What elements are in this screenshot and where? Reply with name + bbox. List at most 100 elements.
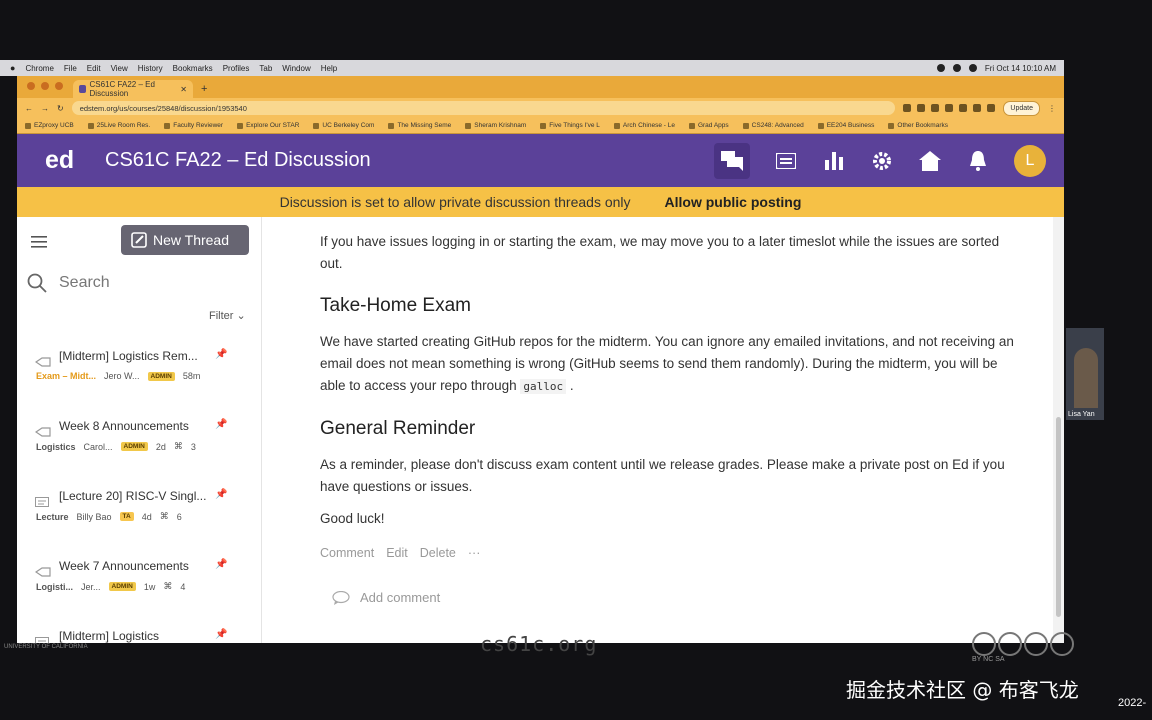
ed-favicon-icon: [79, 85, 86, 93]
bookmark-item[interactable]: Five Things I've L: [540, 122, 600, 129]
post-actions: Comment Edit Delete ···: [320, 546, 1020, 560]
bookmark-item[interactable]: Faculty Reviewer: [164, 122, 223, 129]
menu-help[interactable]: Help: [321, 64, 337, 73]
creative-commons-logo: BY NC SA: [972, 632, 1074, 663]
bookmark-item[interactable]: CS248: Advanced: [743, 122, 804, 129]
bookmark-item[interactable]: EE204 Business: [818, 122, 875, 129]
bookmark-item[interactable]: Grad Apps: [689, 122, 729, 129]
close-tab-icon[interactable]: ✕: [180, 85, 187, 94]
delete-button[interactable]: Delete: [420, 546, 456, 560]
post-scrollbar[interactable]: [1053, 217, 1064, 643]
reply-count: 6: [176, 511, 182, 522]
menu-edit[interactable]: Edit: [87, 64, 101, 73]
post-body: If you have issues logging in or startin…: [320, 231, 1020, 605]
hamburger-menu-icon[interactable]: [31, 235, 47, 253]
extension-icon[interactable]: [917, 104, 926, 112]
course-url-overlay: cs61c.org: [480, 632, 598, 656]
back-arrow-icon[interactable]: ←: [25, 104, 33, 113]
gear-icon[interactable]: [870, 149, 894, 173]
allow-public-posting-link[interactable]: Allow public posting: [665, 194, 802, 210]
address-bar[interactable]: edstem.org/us/courses/25848/discussion/1…: [71, 101, 896, 115]
extension-icon[interactable]: [959, 104, 968, 112]
pin-icon: 📌: [215, 419, 228, 430]
bookmark-item[interactable]: Arch Chinese - Le: [614, 122, 675, 129]
new-tab-icon[interactable]: +: [193, 83, 215, 98]
menu-bookmarks[interactable]: Bookmarks: [173, 64, 213, 73]
battery-icon[interactable]: [968, 64, 977, 72]
wifi-icon[interactable]: [952, 64, 961, 72]
apple-icon[interactable]: ●: [10, 63, 15, 73]
browser-tab-active[interactable]: CS61C FA22 – Ed Discussion ✕: [73, 80, 193, 98]
other-bookmarks[interactable]: Other Bookmarks: [888, 122, 948, 129]
tab-title: CS61C FA22 – Ed Discussion: [89, 80, 155, 98]
course-title: CS61C FA22 – Ed Discussion: [105, 149, 371, 171]
scrollbar-thumb[interactable]: [1056, 417, 1061, 617]
discussion-icon[interactable]: [714, 142, 750, 179]
thread-meta: Logistics Carol... ADMIN 2d ⌘ 3: [36, 441, 196, 452]
take-home-text: We have started creating GitHub repos fo…: [320, 334, 1014, 393]
menu-file[interactable]: File: [64, 64, 77, 73]
home-icon[interactable]: [918, 149, 942, 173]
add-comment-input[interactable]: Add comment: [332, 590, 1020, 605]
post-icon: [35, 494, 49, 512]
comment-button[interactable]: Comment: [320, 546, 374, 560]
edit-button[interactable]: Edit: [386, 546, 408, 560]
maximize-window-icon[interactable]: [55, 82, 63, 90]
thread-category: Lecture: [36, 511, 69, 522]
thread-sidebar: New Thread Search Filter ⌄ [Midterm] Log…: [17, 217, 262, 643]
pin-icon: 📌: [215, 349, 228, 360]
filter-dropdown[interactable]: Filter ⌄: [209, 309, 246, 322]
filter-label: Filter: [209, 310, 234, 322]
cc-license-label: BY NC SA: [972, 656, 1005, 663]
bookmark-item[interactable]: EZproxy UCB: [25, 122, 74, 129]
thread-time: 2d: [155, 441, 166, 452]
thread-list-item[interactable]: Week 8 Announcements 📌 Logistics Carol..…: [17, 415, 261, 485]
extension-icon[interactable]: [945, 104, 954, 112]
menu-window[interactable]: Window: [282, 64, 310, 73]
menu-chrome[interactable]: Chrome: [25, 64, 53, 73]
extension-icon[interactable]: [987, 104, 996, 112]
menu-history[interactable]: History: [138, 64, 163, 73]
ed-logo[interactable]: ed: [45, 146, 105, 175]
chrome-update-button[interactable]: Update: [1003, 100, 1040, 116]
bookmark-item[interactable]: Explore Our STAR: [237, 122, 299, 129]
search-placeholder: Search: [59, 274, 110, 291]
menu-view[interactable]: View: [111, 64, 128, 73]
menu-profiles[interactable]: Profiles: [223, 64, 250, 73]
thread-list-item[interactable]: [Midterm] Logistics Rem... 📌 Exam – Midt…: [17, 345, 261, 415]
banner-message: Discussion is set to allow private discu…: [279, 194, 631, 210]
user-avatar[interactable]: L: [1014, 144, 1046, 177]
bookmark-item[interactable]: UC Berkeley Com: [313, 122, 374, 129]
extension-icon[interactable]: [973, 104, 982, 112]
date-overlay: 2022-: [1118, 697, 1147, 709]
extension-icon[interactable]: [903, 104, 912, 112]
menu-tab[interactable]: Tab: [259, 64, 272, 73]
new-thread-button[interactable]: New Thread: [121, 225, 249, 255]
close-window-icon[interactable]: [27, 82, 35, 90]
menubar-clock[interactable]: Fri Oct 14 10:10 AM: [985, 64, 1056, 73]
bookmark-item[interactable]: Sheram Krishnam: [465, 122, 526, 129]
lessons-icon[interactable]: [774, 149, 798, 173]
browser-toolbar: ← → ↻ edstem.org/us/courses/25848/discus…: [17, 98, 1064, 118]
forward-arrow-icon[interactable]: →: [41, 104, 49, 113]
more-options-icon[interactable]: ···: [468, 546, 481, 560]
watermark-text: 掘金技术社区 @ 布客飞龙: [846, 678, 1079, 702]
announcement-icon: [34, 354, 51, 372]
notifications-bell-icon[interactable]: [966, 149, 990, 173]
reload-icon[interactable]: ↻: [57, 104, 64, 113]
section-heading: General Reminder: [320, 418, 476, 439]
thread-list-item[interactable]: [Midterm] Logistics 📌: [17, 625, 261, 643]
status-icon[interactable]: [936, 64, 945, 72]
extension-icon[interactable]: [931, 104, 940, 112]
analytics-icon[interactable]: [822, 149, 846, 173]
thread-meta: Exam – Midt... Jero W... ADMIN 58m: [36, 371, 200, 381]
search-input[interactable]: Search: [27, 273, 110, 293]
minimize-window-icon[interactable]: [41, 82, 49, 90]
bookmark-item[interactable]: 25Live Room Res.: [88, 122, 150, 129]
thread-list-item[interactable]: [Lecture 20] RISC-V Singl... 📌 Lecture B…: [17, 485, 261, 555]
thread-category: Exam – Midt...: [36, 371, 97, 381]
post-paragraph: As a reminder, please don't discuss exam…: [320, 457, 1005, 494]
bookmark-item[interactable]: The Missing Seme: [388, 122, 451, 129]
thread-list-item[interactable]: Week 7 Announcements 📌 Logisti... Jer...…: [17, 555, 261, 625]
chrome-menu-icon[interactable]: ⋮: [1048, 104, 1056, 113]
